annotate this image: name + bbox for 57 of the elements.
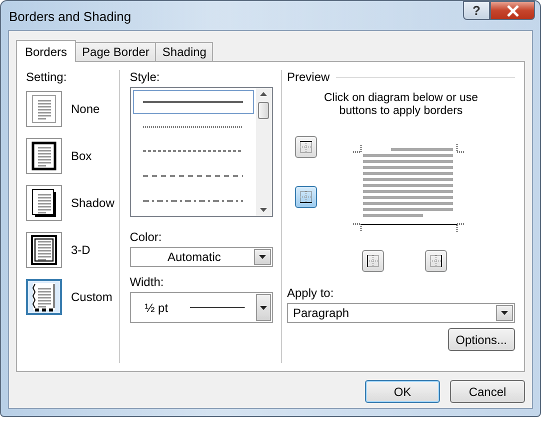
window-title: Borders and Shading bbox=[9, 9, 132, 24]
dropdown-arrow-icon bbox=[258, 255, 266, 259]
setting-option[interactable] bbox=[26, 185, 62, 221]
tab[interactable]: Shading bbox=[155, 42, 214, 61]
page-icon bbox=[31, 94, 57, 124]
bottom-border-button[interactable] bbox=[295, 186, 317, 208]
apply-to-label: Apply to: bbox=[287, 286, 335, 300]
setting-option[interactable] bbox=[26, 138, 62, 174]
preview-hint: Click on diagram below or use buttons to apply borders bbox=[322, 92, 480, 118]
page-icon bbox=[31, 141, 57, 171]
border-grid-icon bbox=[367, 255, 379, 267]
setting-option[interactable] bbox=[26, 91, 62, 127]
setting-label: 3-D bbox=[71, 243, 90, 257]
border-grid-icon bbox=[300, 141, 312, 153]
up-arrow-icon bbox=[260, 92, 268, 96]
ok-button[interactable]: OK bbox=[365, 380, 440, 403]
options-button[interactable]: Options... bbox=[448, 328, 515, 351]
line-sample-icon bbox=[143, 124, 244, 129]
down-arrow-icon bbox=[260, 208, 268, 212]
setting-label: Custom bbox=[71, 290, 112, 304]
help-button[interactable]: ? bbox=[463, 1, 490, 20]
color-dropdown[interactable]: Automatic bbox=[130, 247, 273, 267]
line-style-option[interactable] bbox=[132, 90, 254, 114]
color-label: Color: bbox=[130, 230, 163, 244]
style-label: Style: bbox=[130, 70, 161, 84]
cancel-button[interactable]: Cancel bbox=[450, 380, 525, 403]
left-border-button[interactable] bbox=[362, 250, 384, 272]
top-border-button[interactable] bbox=[295, 136, 317, 158]
setting-option[interactable] bbox=[26, 232, 62, 268]
width-dropdown[interactable]: ½ pt bbox=[130, 292, 273, 323]
scroll-thumb[interactable] bbox=[258, 102, 270, 119]
line-sample-icon bbox=[143, 100, 244, 104]
setting-label: None bbox=[71, 102, 100, 116]
apply-to-dropdown[interactable]: Paragraph bbox=[287, 303, 515, 323]
preview-label: Preview bbox=[287, 70, 330, 84]
setting-label: Box bbox=[71, 149, 92, 163]
width-label: Width: bbox=[130, 275, 165, 289]
line-sample-icon bbox=[143, 149, 244, 154]
setting-label: Setting: bbox=[26, 70, 68, 84]
page-icon bbox=[31, 235, 57, 265]
border-grid-icon bbox=[300, 191, 312, 203]
border-grid-icon bbox=[430, 255, 442, 267]
page-icon bbox=[31, 188, 57, 218]
dropdown-arrow-icon bbox=[260, 306, 267, 310]
close-button[interactable] bbox=[490, 1, 535, 20]
scrollbar[interactable] bbox=[256, 88, 272, 216]
setting-label: Shadow bbox=[71, 196, 114, 210]
line-sample-icon bbox=[143, 199, 244, 204]
dropdown-arrow-icon bbox=[501, 311, 508, 315]
line-sample-icon bbox=[190, 306, 245, 309]
right-border-button[interactable] bbox=[425, 250, 447, 272]
line-sample-icon bbox=[143, 174, 244, 178]
tab[interactable]: Page Border bbox=[75, 42, 156, 61]
page-icon bbox=[31, 282, 57, 312]
close-icon bbox=[506, 4, 520, 16]
setting-option[interactable] bbox=[26, 279, 62, 315]
tab[interactable]: Borders bbox=[16, 40, 76, 62]
